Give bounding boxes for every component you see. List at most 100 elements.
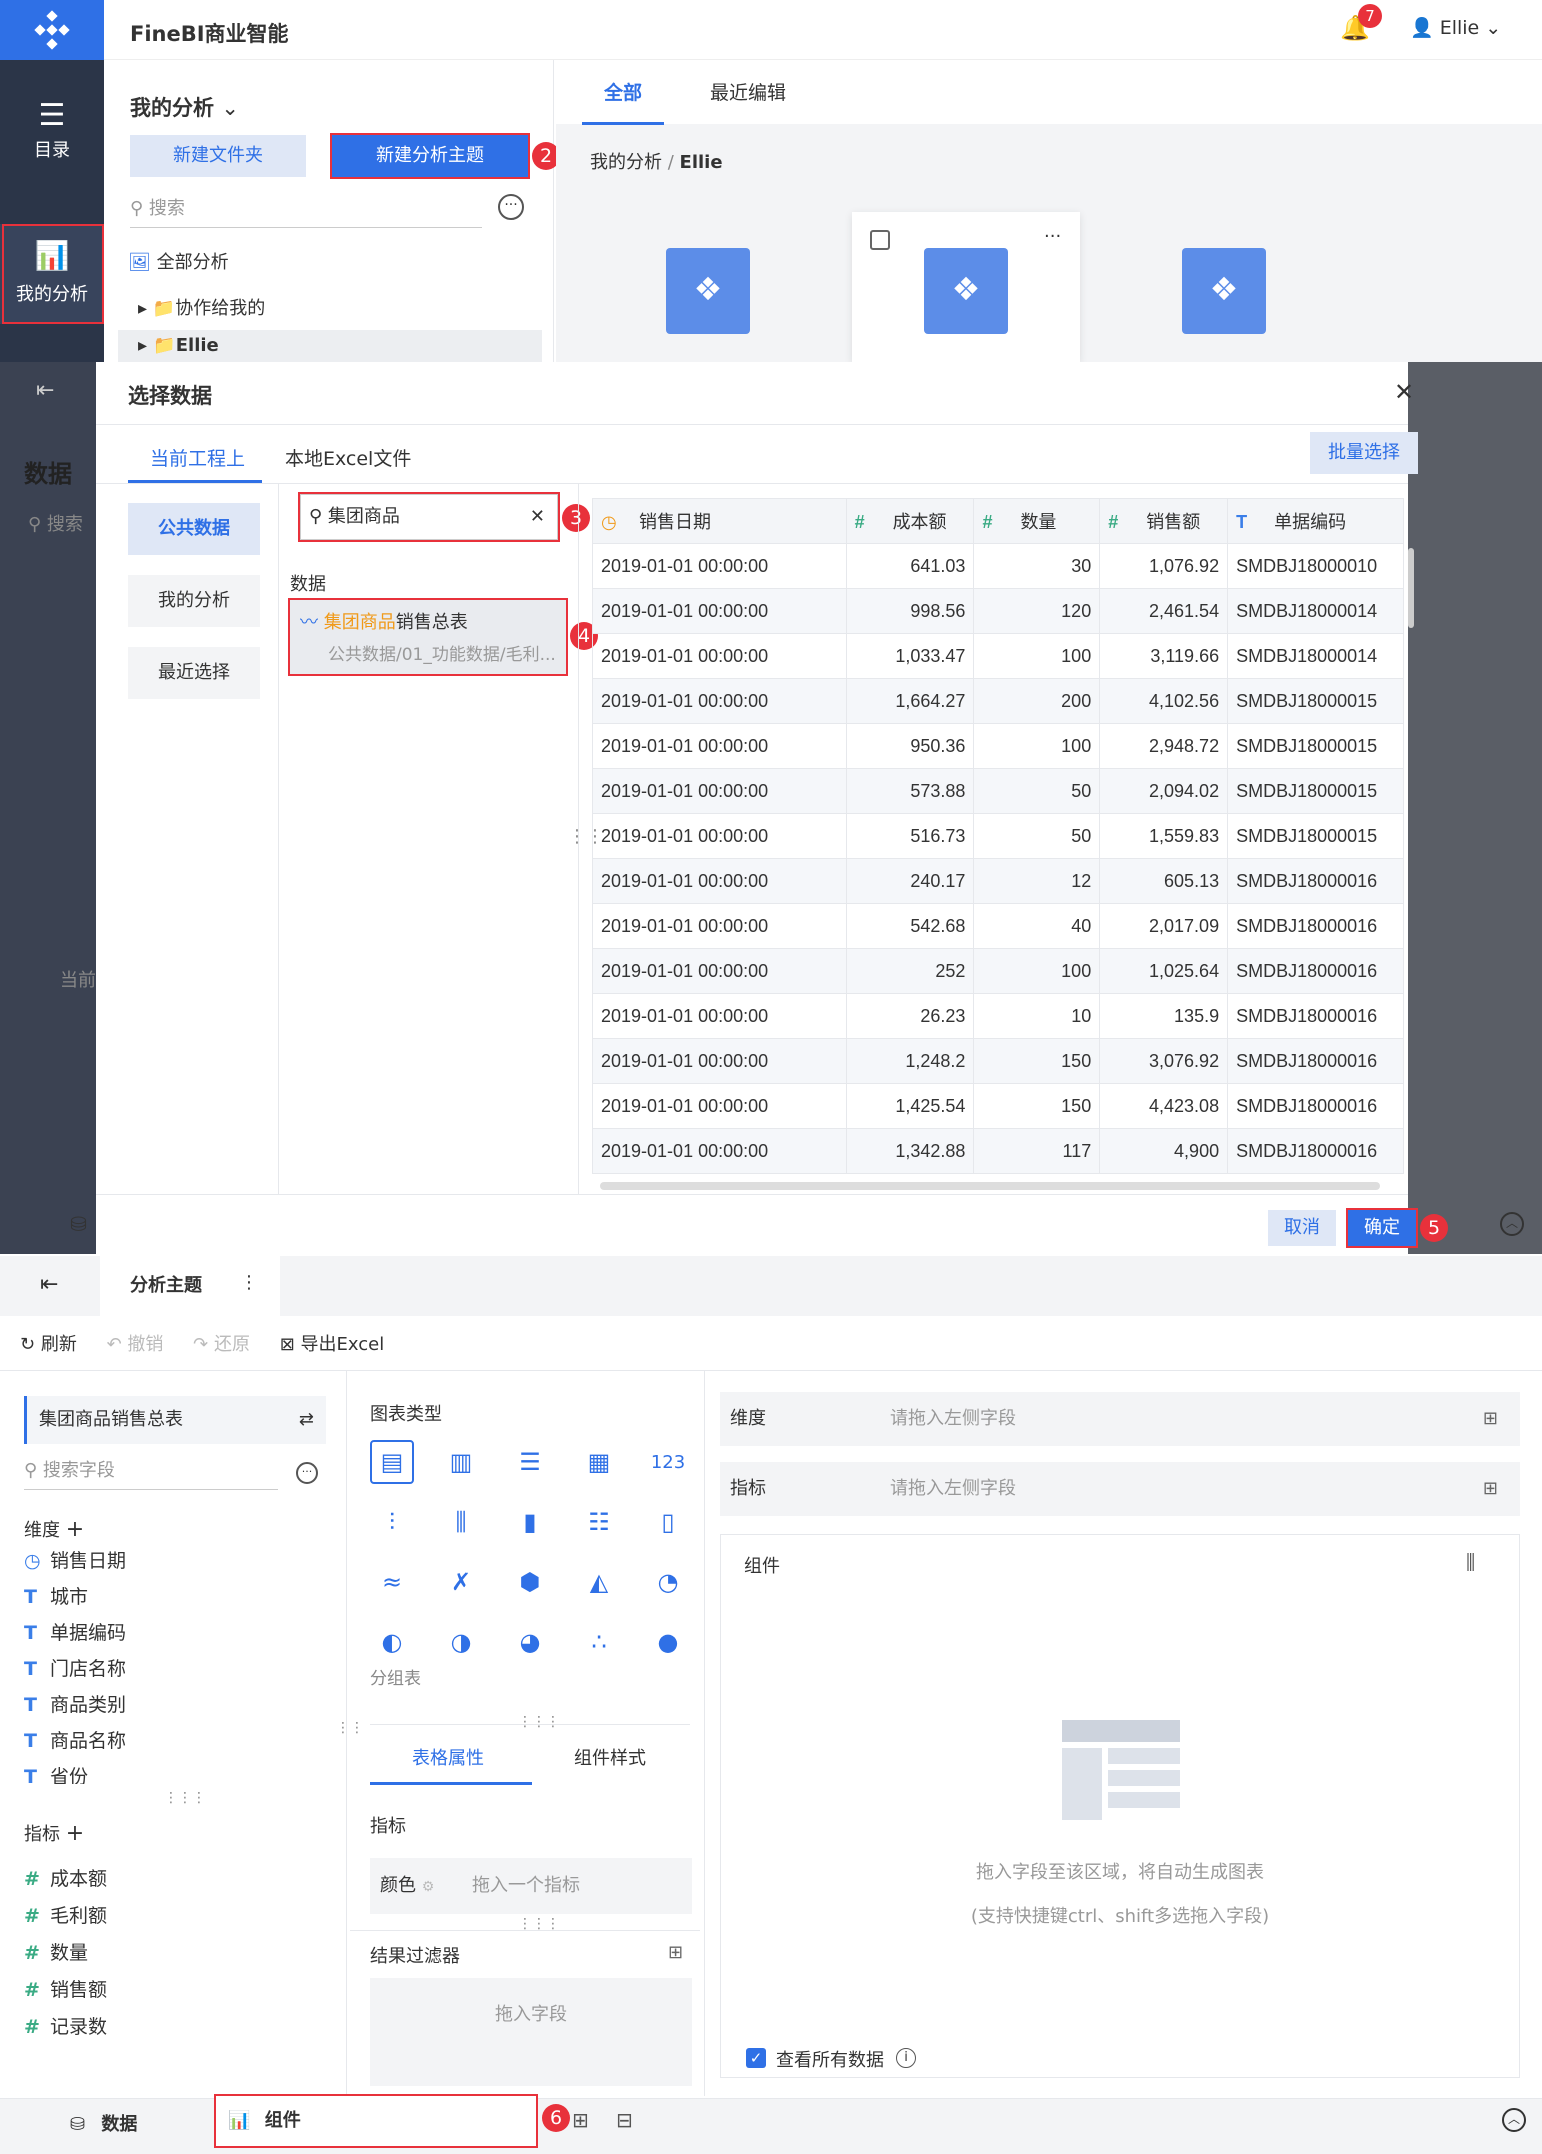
slot-settings-icon[interactable]: ⊞ <box>1483 1392 1498 1446</box>
close-icon[interactable]: ✕ <box>1394 378 1414 406</box>
tab-recent[interactable]: 最近编辑 <box>710 78 786 105</box>
nav-catalog[interactable]: ☰ 目录 <box>0 96 104 186</box>
dialog-tab-current[interactable]: 当前工程上 <box>150 444 245 471</box>
chart-drag-handle[interactable]: ⋮⋮⋮ <box>518 1714 560 1730</box>
dataset-selector[interactable]: 集团商品销售总表 ⇄ <box>24 1396 326 1444</box>
table-cell: 252 <box>845 948 975 994</box>
filter-lock-icon[interactable]: ⊞ <box>668 1942 683 1963</box>
fields-drag-handle[interactable]: ⋮⋮⋮ <box>164 1790 206 1806</box>
bottom-tab-data[interactable]: ⛁ 数据 <box>70 2110 137 2136</box>
tab-all[interactable]: 全部 <box>604 78 642 105</box>
editor-more-icon[interactable]: ⋮ <box>240 1272 258 1293</box>
detail-table-icon[interactable]: ☰ <box>508 1440 552 1484</box>
dimension-field[interactable]: T 商品类别 <box>24 1690 126 1720</box>
filter-drop-zone[interactable]: 拖入字段 <box>370 1978 692 2086</box>
tree-ellie[interactable]: ▸ 📁Ellie <box>118 330 542 362</box>
undo-button[interactable]: ↶ 撤销 <box>107 1334 164 1355</box>
view-all-label[interactable]: 查看所有数据 <box>776 2046 884 2072</box>
field-label: 销售额 <box>50 1979 108 2001</box>
refresh-button[interactable]: ↻ 刷新 <box>20 1334 77 1355</box>
measure-field[interactable]: # 毛利额 <box>24 1901 107 1931</box>
new-folder-button[interactable]: 新建文件夹 <box>130 135 306 177</box>
subject-card-3[interactable]: ❖ <box>1182 248 1266 334</box>
tree-all[interactable]: 🖼 全部分析 <box>128 248 229 274</box>
left-search[interactable]: ⚲ 搜索 <box>130 192 482 228</box>
dimension-field[interactable]: T 门店名称 <box>24 1654 126 1684</box>
panel-drag-handle[interactable]: ⋮⋮ <box>336 1720 364 1736</box>
subject-card-1[interactable]: ❖ <box>666 248 750 334</box>
gauge-icon[interactable]: ◔ <box>646 1560 690 1604</box>
view-all-checkbox[interactable]: ✓ <box>746 2048 766 2068</box>
slot-settings-icon[interactable]: ⊞ <box>1483 1462 1498 1516</box>
measure-field[interactable]: # 数量 <box>24 1938 88 1968</box>
card-checkbox[interactable] <box>870 230 890 250</box>
scatter-icon[interactable]: ∴ <box>577 1620 621 1664</box>
dim-drop-slot[interactable]: 维度 请拖入左侧字段 ⊞ <box>720 1392 1520 1446</box>
measure-label: 指标 <box>24 1824 60 1845</box>
app-logo[interactable] <box>0 0 104 60</box>
dialog-tab-excel[interactable]: 本地Excel文件 <box>285 444 411 471</box>
card-more-icon[interactable]: ··· <box>1044 226 1061 247</box>
bubble-icon[interactable]: ● <box>646 1620 690 1664</box>
col-doc-code[interactable]: T 单据编码 <box>1227 498 1404 544</box>
number-card-icon[interactable]: 123 <box>646 1440 690 1484</box>
metric-section-label: 指标 <box>370 1816 406 1837</box>
dimension-field[interactable]: T 商品名称 <box>24 1726 126 1756</box>
col-sales[interactable]: # 销售额 <box>1099 498 1229 544</box>
dimension-field[interactable]: T 省份 <box>24 1762 88 1784</box>
dimension-field[interactable]: T 城市 <box>24 1582 88 1612</box>
tab-component-style[interactable]: 组件样式 <box>574 1744 646 1770</box>
measure-field[interactable]: # 记录数 <box>24 2012 107 2042</box>
info-icon[interactable]: i <box>896 2048 916 2068</box>
left-title[interactable]: 我的分析 ⌄ <box>130 92 239 122</box>
user-menu[interactable]: 👤 Ellie ⌄ <box>1410 16 1501 39</box>
component-settings-icon[interactable]: ⫼ <box>1466 1550 1475 1574</box>
donut-icon[interactable]: ◕ <box>508 1620 552 1664</box>
measure-field[interactable]: # 销售额 <box>24 1975 107 2005</box>
batch-select-button[interactable]: 批量选择 <box>1310 432 1418 474</box>
col-sales-date[interactable]: ◷ 销售日期 <box>592 498 847 544</box>
pie-icon[interactable]: ◐ <box>370 1620 414 1664</box>
range-bar-icon[interactable]: ▯ <box>646 1500 690 1544</box>
radar-icon[interactable]: ✗ <box>439 1560 483 1604</box>
add-measure-icon[interactable]: + <box>66 1821 84 1846</box>
table-vscrollbar[interactable] <box>1408 548 1414 628</box>
multi-bar-icon[interactable]: ⫼ <box>439 1500 483 1544</box>
area-icon[interactable]: ◭ <box>577 1560 621 1604</box>
col-cost[interactable]: # 成本额 <box>845 498 975 544</box>
color-drop-zone[interactable]: 颜色 ⚙ 拖入一个指标 <box>370 1858 692 1914</box>
back-icon[interactable]: ⇤ <box>40 1272 58 1297</box>
dimension-field[interactable]: ◷ 销售日期 <box>24 1546 126 1576</box>
table-hscrollbar[interactable] <box>600 1182 1380 1190</box>
metric-drop-slot[interactable]: 指标 请拖入左侧字段 ⊞ <box>720 1462 1520 1516</box>
rose-icon[interactable]: ◑ <box>439 1620 483 1664</box>
dialog-side-public[interactable]: 公共数据 <box>128 503 260 555</box>
collapse-icon[interactable]: ︿ <box>1502 2108 1526 2132</box>
add-dim-icon[interactable]: + <box>66 1517 84 1542</box>
grouped-table-icon[interactable]: ▤ <box>370 1440 414 1484</box>
switch-dataset-icon[interactable]: ⇄ <box>299 1396 314 1444</box>
column-icon[interactable]: ▮ <box>508 1500 552 1544</box>
tree-shared[interactable]: ▸ 📁协作给我的 <box>138 294 265 320</box>
add-dashboard-icon[interactable]: ⊟ <box>616 2108 633 2132</box>
cancel-button[interactable]: 取消 <box>1268 1210 1336 1246</box>
field-more-icon[interactable]: ··· <box>296 1462 318 1484</box>
bar-icon[interactable]: ☷ <box>577 1500 621 1544</box>
polygon-icon[interactable]: ⬢ <box>508 1560 552 1604</box>
tab-table-props[interactable]: 表格属性 <box>412 1744 484 1770</box>
line-icon[interactable]: ≈ <box>370 1560 414 1604</box>
stacked-bar-icon[interactable]: ⫶ <box>370 1500 414 1544</box>
col-qty[interactable]: # 数量 <box>973 498 1101 544</box>
field-search[interactable]: ⚲ 搜索字段 <box>24 1456 278 1490</box>
export-excel-button[interactable]: ⊠ 导出Excel <box>280 1334 385 1355</box>
measure-field[interactable]: # 成本额 <box>24 1864 107 1894</box>
add-component-icon[interactable]: ⊞ <box>572 2108 589 2132</box>
breadcrumb-root[interactable]: 我的分析 <box>590 152 662 173</box>
redo-button[interactable]: ↷ 还原 <box>193 1334 250 1355</box>
dimension-field[interactable]: T 单据编码 <box>24 1618 126 1648</box>
dialog-side-mine[interactable]: 我的分析 <box>128 575 260 627</box>
more-icon[interactable]: ··· <box>498 194 524 220</box>
cross-table-icon[interactable]: ▥ <box>439 1440 483 1484</box>
kpi-card-icon[interactable]: ▦ <box>577 1440 621 1484</box>
dialog-side-recent[interactable]: 最近选择 <box>128 647 260 699</box>
